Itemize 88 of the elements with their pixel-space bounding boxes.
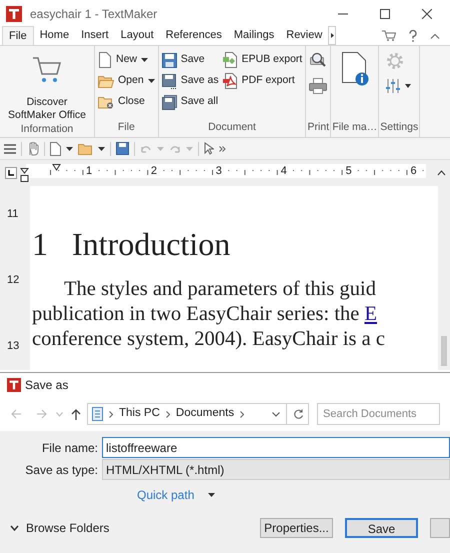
- scroll-up-icon[interactable]: [437, 168, 446, 178]
- sliders-icon[interactable]: [386, 79, 412, 93]
- body-text-line: The styles and parameters of this guid: [63, 277, 377, 302]
- tab-stop-icon[interactable]: [5, 167, 17, 179]
- file-type-dropdown[interactable]: HTML/XHTML (*.html): [102, 459, 450, 480]
- dropdown-caret-icon[interactable]: [98, 146, 105, 150]
- ribbon-button[interactable]: New: [98, 51, 155, 69]
- chevron-right-icon: [109, 410, 113, 418]
- menu-icon[interactable]: [4, 144, 16, 154]
- group-label: Print: [308, 120, 330, 135]
- ribbon-button[interactable]: PDF export: [222, 72, 302, 90]
- chevron-right-icon: [166, 410, 170, 418]
- more-tools-icon[interactable]: [219, 146, 226, 152]
- address-bar[interactable]: This PC Documents: [87, 403, 309, 425]
- ribbon-tab[interactable]: Review: [280, 26, 328, 45]
- app-logo-icon: [7, 378, 21, 392]
- document-icon: [98, 52, 112, 68]
- ribbon-tab[interactable]: File: [2, 26, 34, 45]
- dialog-button[interactable]: Save: [345, 518, 418, 538]
- dialog-button[interactable]: Properties...: [260, 518, 333, 538]
- hand-icon[interactable]: [27, 142, 39, 156]
- new-document-icon[interactable]: [50, 142, 61, 156]
- group-label: Information: [20, 122, 74, 137]
- search-field[interactable]: Search Documents: [317, 403, 440, 425]
- link[interactable]: E: [364, 303, 378, 325]
- scrollbar-thumb[interactable]: [441, 336, 447, 366]
- ruler-number: 12: [7, 274, 20, 286]
- maximize-icon[interactable]: [380, 8, 390, 18]
- printer-icon[interactable]: [309, 78, 328, 94]
- group-label: Settings: [380, 120, 418, 135]
- folder-close-icon: [98, 95, 114, 109]
- discover-button[interactable]: Discover SoftMaker Office: [3, 51, 91, 122]
- ribbon-button[interactable]: Save: [162, 51, 219, 69]
- ruler-number: 13: [7, 340, 20, 352]
- ribbon-tab[interactable]: Insert: [75, 26, 115, 45]
- ribbon-button[interactable]: EPUB export: [222, 51, 302, 69]
- quick-path-link[interactable]: Quick path: [137, 486, 194, 504]
- ruler-number: 11: [7, 208, 18, 220]
- triangle-right-icon: [330, 33, 334, 38]
- pointer-icon[interactable]: [204, 142, 214, 155]
- heading: Introduction: [72, 225, 230, 264]
- dropdown-caret-icon[interactable]: [148, 79, 155, 83]
- this-pc-icon: [92, 407, 103, 421]
- field-label: File name:: [40, 440, 99, 456]
- body-text-line: publication in two EasyChair series: the E: [32, 302, 378, 327]
- browse-folders-link[interactable]: Browse Folders: [26, 519, 110, 537]
- horizontal-ruler[interactable]: 1 2 3 4 5 6: [26, 164, 426, 178]
- file-name-field[interactable]: listoffreeware: [102, 437, 450, 458]
- window-title: easychair 1 - TextMaker: [30, 6, 158, 22]
- group-label: File ma…: [332, 120, 378, 135]
- help-icon[interactable]: [409, 30, 417, 42]
- epub-document-icon: [222, 52, 238, 68]
- refresh-icon[interactable]: [293, 408, 304, 420]
- heading-number: 1: [32, 225, 49, 264]
- close-icon[interactable]: [422, 8, 432, 18]
- field-label: Save as type:: [24, 462, 99, 478]
- ribbon-button[interactable]: Close: [98, 93, 155, 111]
- app-logo-icon: [6, 6, 22, 22]
- pdf-document-icon: [222, 73, 238, 89]
- ribbon-tab[interactable]: Layout: [114, 26, 160, 45]
- ribbon-tab[interactable]: References: [160, 26, 228, 45]
- dropdown-caret-icon[interactable]: [66, 146, 73, 150]
- more-tabs-button[interactable]: [328, 26, 336, 45]
- group-label: Document: [208, 120, 256, 135]
- document-info-icon[interactable]: [340, 52, 370, 86]
- ribbon-tab[interactable]: Home: [34, 26, 76, 45]
- folder-icon: [98, 74, 114, 88]
- dialog-title: Save as: [25, 377, 68, 394]
- group-label: File: [118, 120, 135, 135]
- dropdown-caret-icon[interactable]: [208, 493, 216, 497]
- ribbon-tab[interactable]: Mailings: [228, 26, 280, 45]
- cart-icon[interactable]: [382, 30, 396, 41]
- floppy-disks-icon: [162, 94, 177, 110]
- ribbon-button[interactable]: Save as: [162, 72, 219, 90]
- up-arrow-icon[interactable]: [71, 408, 81, 420]
- indent-marker-icon[interactable]: [52, 164, 61, 171]
- caret-icon[interactable]: [272, 412, 280, 416]
- dropdown-caret-icon[interactable]: [141, 58, 148, 62]
- breadcrumb-item[interactable]: Documents: [176, 405, 234, 423]
- cart-icon: [32, 55, 62, 85]
- collapse-ribbon-icon[interactable]: [430, 32, 440, 38]
- body-text-line: conference system, 2004). EasyChair is a c: [32, 327, 386, 352]
- chevron-right-icon: [240, 410, 244, 418]
- indent-marker-icon[interactable]: [20, 168, 29, 182]
- ribbon-button[interactable]: Open: [98, 72, 155, 90]
- chevron-down-icon[interactable]: [10, 525, 19, 531]
- ribbon-button[interactable]: Save all: [162, 93, 219, 111]
- breadcrumb-item[interactable]: This PC: [119, 405, 160, 423]
